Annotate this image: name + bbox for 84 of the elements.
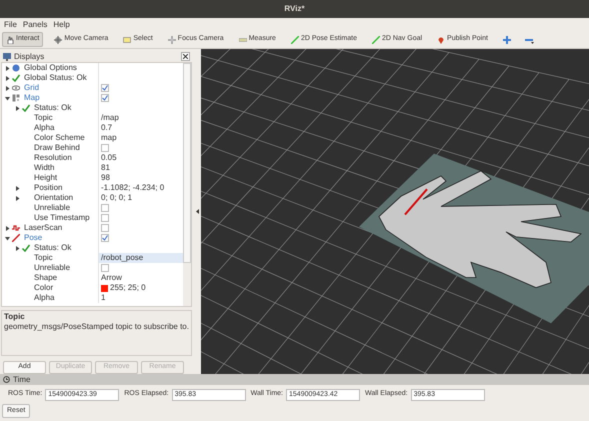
tree-item-label[interactable]: Unreliable (34, 203, 70, 213)
tree-item-label[interactable]: Grid (24, 83, 40, 93)
tree-item-label[interactable]: Global Status: Ok (24, 73, 87, 83)
check-icon (12, 74, 20, 82)
panel-title: Time (13, 374, 30, 386)
scrollbar[interactable] (183, 63, 191, 306)
property-value[interactable]: 0.7 (101, 123, 112, 133)
tree-item-label[interactable]: Height (34, 173, 58, 183)
color-swatch[interactable] (101, 284, 108, 292)
checkbox[interactable] (101, 84, 109, 92)
tree-item-label[interactable]: Status: Ok (34, 243, 72, 253)
check-icon (22, 104, 30, 112)
tree-item-label[interactable]: Unreliable (34, 263, 70, 273)
tree-item-label[interactable]: Orientation (34, 193, 74, 203)
ruler-icon (238, 36, 247, 44)
checkbox[interactable] (101, 144, 109, 152)
tree-item-label[interactable]: Pose (24, 233, 42, 243)
tree-item-label[interactable]: Topic (34, 113, 53, 123)
collapsed-arrow-icon[interactable] (15, 246, 20, 250)
description-text: geometry_msgs/PoseStamped topic to subscribe to. (4, 322, 189, 332)
property-value[interactable]: 0.05 (101, 153, 117, 163)
close-button[interactable] (181, 52, 190, 61)
clock-icon (3, 376, 10, 383)
tree-item-label[interactable]: Resolution (34, 153, 72, 163)
close-icon (183, 54, 188, 59)
collapsed-arrow-icon[interactable] (5, 76, 10, 80)
check-icon (22, 244, 30, 252)
hand-icon (6, 36, 14, 44)
plus-icon[interactable] (502, 36, 511, 44)
property-value[interactable]: 98 (101, 173, 110, 183)
tree-item-label[interactable]: Color (34, 283, 54, 293)
tree-item-label[interactable]: Topic (34, 253, 53, 263)
property-value[interactable]: 0; 0; 0; 1 (101, 193, 132, 203)
checkbox[interactable] (101, 204, 109, 212)
crosshair-icon (168, 36, 176, 44)
map-icon (12, 94, 20, 102)
checkbox[interactable] (101, 94, 109, 102)
3d-viewport-drawing[interactable] (201, 49, 589, 374)
collapse-arrow-icon[interactable] (196, 209, 198, 214)
check-icon (102, 235, 108, 241)
expanded-arrow-icon[interactable] (5, 236, 10, 240)
menu-item[interactable]: Help (53, 18, 70, 30)
property-value[interactable]: map (101, 133, 117, 143)
property-value[interactable]: -1.1082; -4.234; 0 (101, 183, 164, 193)
tree-item-label[interactable]: Color Scheme (34, 133, 85, 143)
tree-item-label[interactable]: Alpha (34, 123, 54, 133)
tree-item-label[interactable]: LaserScan (24, 223, 62, 233)
move-icon (54, 36, 62, 44)
panel-title: Displays (14, 50, 44, 62)
menu-item[interactable]: File (4, 18, 17, 30)
checkbox[interactable] (101, 214, 109, 222)
rectangle-icon (123, 36, 132, 44)
property-value[interactable]: 255; 25; 0 (110, 283, 146, 293)
expanded-arrow-icon[interactable] (5, 96, 10, 100)
collapsed-arrow-icon[interactable] (15, 196, 20, 200)
checkbox[interactable] (101, 224, 109, 232)
tree-item-label[interactable]: Alpha (34, 293, 54, 303)
tree-item-label[interactable]: Shape (34, 273, 58, 283)
checkbox[interactable] (101, 264, 109, 272)
collapsed-arrow-icon[interactable] (5, 66, 10, 70)
monitor-icon (3, 52, 11, 60)
collapsed-arrow-icon[interactable] (15, 106, 20, 110)
eye-icon (12, 84, 20, 92)
tree-item-label[interactable]: Status: Ok (34, 103, 72, 113)
property-value[interactable]: 1 (101, 293, 106, 303)
pin-icon (437, 36, 446, 44)
tree-item-label[interactable]: Width (34, 163, 54, 173)
window-title: RViz* (284, 3, 305, 15)
tree-item-label[interactable]: Global Options (24, 63, 77, 73)
tree-item-label[interactable]: Draw Behind (34, 143, 80, 153)
tree-item-label[interactable]: Map (24, 93, 40, 103)
collapsed-arrow-icon[interactable] (15, 186, 20, 190)
property-value[interactable]: 81 (101, 163, 110, 173)
property-field[interactable]: /robot_pose (98, 253, 183, 263)
property-value[interactable]: Arrow (101, 273, 122, 283)
tree-item-label[interactable]: Use Timestamp (34, 213, 90, 223)
collapsed-arrow-icon[interactable] (5, 86, 10, 90)
checkbox[interactable] (101, 234, 109, 242)
tree-item-label[interactable]: Position (34, 183, 62, 193)
property-value[interactable]: /map (101, 113, 119, 123)
description-title: Topic (4, 312, 26, 322)
wave-icon (12, 224, 20, 232)
collapsed-arrow-icon[interactable] (5, 226, 10, 230)
menu-item[interactable]: Panels (22, 18, 48, 30)
